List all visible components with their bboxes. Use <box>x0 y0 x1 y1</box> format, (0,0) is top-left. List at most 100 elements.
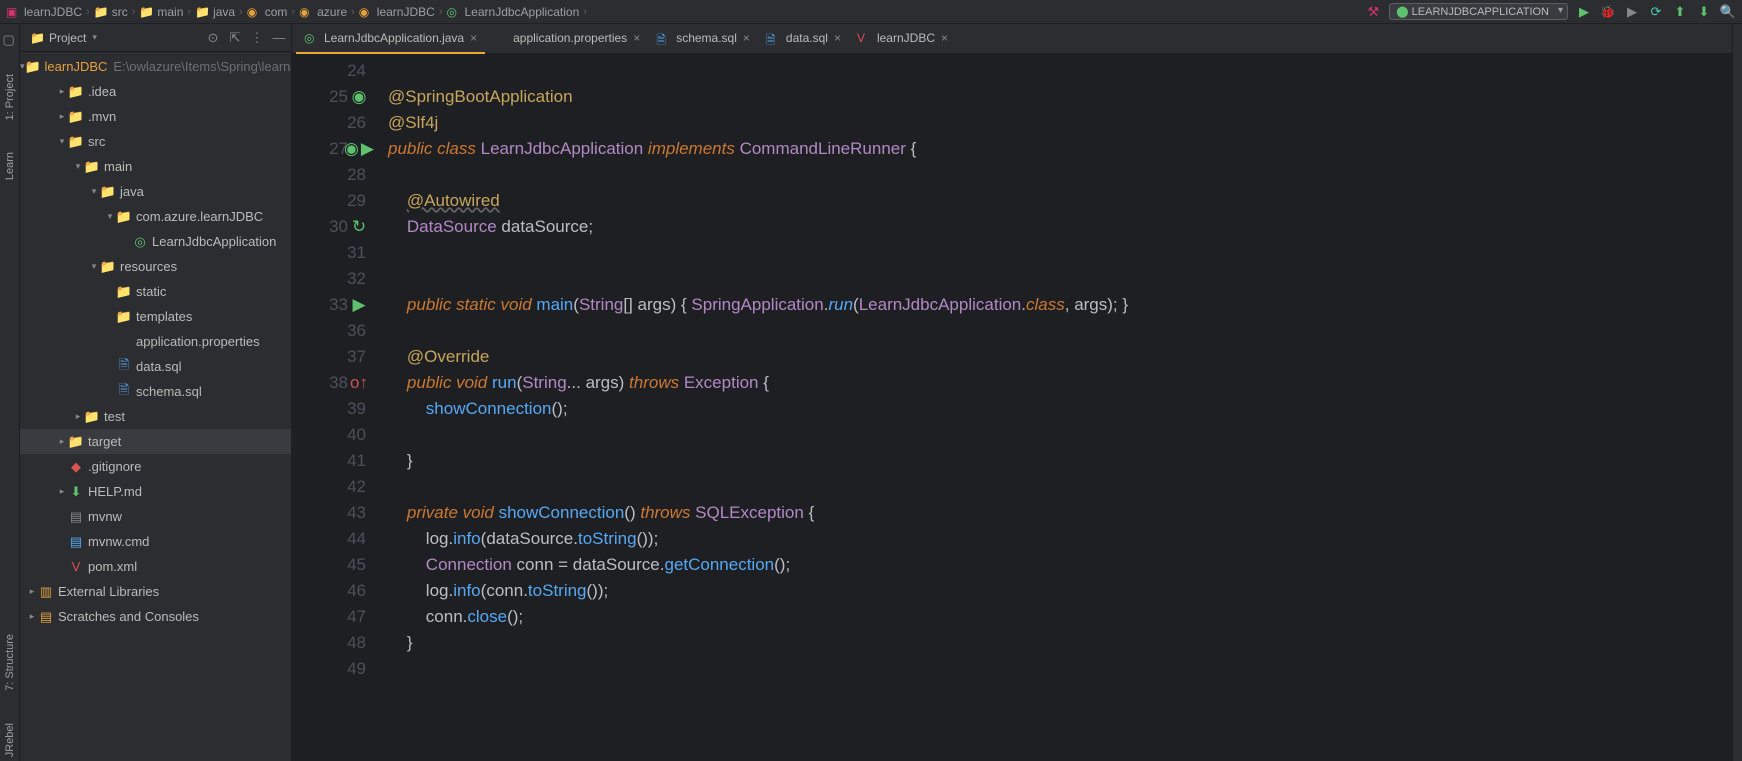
code-line[interactable] <box>388 656 1732 682</box>
code-line[interactable]: @Slf4j <box>388 110 1732 136</box>
tree-node[interactable]: ▸▤mvnw <box>20 504 291 529</box>
code-editor[interactable]: 2425◉2627◉▶282930↻313233▶363738o↑3940414… <box>292 54 1732 761</box>
profile-icon[interactable]: ⟳ <box>1648 4 1664 20</box>
line-number[interactable]: 39 <box>292 396 366 422</box>
tree-node[interactable]: ▸📁target <box>20 429 291 454</box>
chevron-right-icon[interactable]: ▸ <box>56 86 68 97</box>
breadcrumb-crumb[interactable]: ◉azure <box>299 5 347 19</box>
chevron-down-icon[interactable]: ▾ <box>88 186 100 197</box>
close-icon[interactable]: × <box>743 31 750 45</box>
override-gutter-icon[interactable]: o↑ <box>352 376 366 390</box>
line-number[interactable]: 48 <box>292 630 366 656</box>
line-number[interactable]: 33▶ <box>292 292 366 318</box>
collapse-icon[interactable]: ⇱ <box>227 30 243 46</box>
line-number[interactable]: 42 <box>292 474 366 500</box>
run-config-select[interactable]: ⬤ LEARNJDBCAPPLICATION <box>1389 3 1568 20</box>
tree-node[interactable]: ▸◆.gitignore <box>20 454 291 479</box>
tree-node[interactable]: ▾📁main <box>20 154 291 179</box>
tree-node[interactable]: ▾📁src <box>20 129 291 154</box>
tree-node-root[interactable]: ▾📁learnJDBCE:\owlazure\Items\Spring\lear… <box>20 54 291 79</box>
chevron-right-icon[interactable]: ▸ <box>56 486 68 497</box>
code-line[interactable] <box>388 58 1732 84</box>
tree-node[interactable]: ▸◎LearnJdbcApplication <box>20 229 291 254</box>
tree-node[interactable]: ▸📁.mvn <box>20 104 291 129</box>
breadcrumb-crumb[interactable]: 📁main <box>139 5 183 19</box>
close-icon[interactable]: × <box>941 31 948 45</box>
chevron-right-icon[interactable]: ▸ <box>56 111 68 122</box>
code-line[interactable]: Connection conn = dataSource.getConnecti… <box>388 552 1732 578</box>
settings-gear-icon[interactable]: ⋮ <box>249 30 265 46</box>
line-number[interactable]: 44 <box>292 526 366 552</box>
code-line[interactable]: } <box>388 630 1732 656</box>
breadcrumb-crumb[interactable]: ◉com <box>247 5 288 19</box>
tree-node[interactable]: ▸📁.idea <box>20 79 291 104</box>
line-number[interactable]: 32 <box>292 266 366 292</box>
chevron-right-icon[interactable]: ▸ <box>56 436 68 447</box>
editor-tab[interactable]: application.properties× <box>485 24 648 54</box>
git-pull-icon[interactable]: ⬇ <box>1696 4 1712 20</box>
line-number[interactable]: 24 <box>292 58 366 84</box>
tree-node[interactable]: ▸⬇HELP.md <box>20 479 291 504</box>
tree-node[interactable]: ▸📁templates <box>20 304 291 329</box>
breadcrumb-crumb[interactable]: ◉learnJDBC <box>359 5 435 19</box>
line-number[interactable]: 43 <box>292 500 366 526</box>
tree-node[interactable]: ▸📁static <box>20 279 291 304</box>
code-line[interactable]: public void run(String... args) throws E… <box>388 370 1732 396</box>
left-tab-jrebel[interactable]: JRebel <box>4 719 16 761</box>
code-line[interactable] <box>388 266 1732 292</box>
search-icon[interactable]: 🔍 <box>1720 4 1736 20</box>
tree-node[interactable]: ▸📁test <box>20 404 291 429</box>
run-class-gutter-icon[interactable]: ◉▶ <box>352 142 366 156</box>
tree-node[interactable]: ▸🗎data.sql <box>20 354 291 379</box>
breadcrumb-crumb[interactable]: ▣learnJDBC <box>6 5 82 19</box>
code-line[interactable]: @Override <box>388 344 1732 370</box>
hide-icon[interactable]: — <box>271 30 287 46</box>
close-icon[interactable]: × <box>834 31 841 45</box>
code-content[interactable]: @SpringBootApplication@Slf4jpublic class… <box>372 54 1732 761</box>
code-line[interactable]: } <box>388 448 1732 474</box>
tree-node[interactable]: ▸🗎schema.sql <box>20 379 291 404</box>
line-number[interactable]: 30↻ <box>292 214 366 240</box>
left-tab-structure[interactable]: 7: Structure <box>4 630 16 695</box>
editor-tab[interactable]: 🗎data.sql× <box>758 24 849 54</box>
code-line[interactable]: DataSource dataSource; <box>388 214 1732 240</box>
locate-icon[interactable]: ⊙ <box>205 30 221 46</box>
breadcrumb-crumb[interactable]: 📁java <box>195 5 235 19</box>
spring-gutter-icon[interactable]: ◉ <box>352 90 366 104</box>
tree-node[interactable]: ▸Vpom.xml <box>20 554 291 579</box>
code-line[interactable]: conn.close(); <box>388 604 1732 630</box>
line-number[interactable]: 38o↑ <box>292 370 366 396</box>
code-line[interactable]: private void showConnection() throws SQL… <box>388 500 1732 526</box>
tree-node[interactable]: ▸▤mvnw.cmd <box>20 529 291 554</box>
bean-gutter-icon[interactable]: ↻ <box>352 220 366 234</box>
run-icon[interactable]: ▶ <box>1576 4 1592 20</box>
code-line[interactable]: @SpringBootApplication <box>388 84 1732 110</box>
code-line[interactable]: log.info(dataSource.toString()); <box>388 526 1732 552</box>
code-line[interactable]: showConnection(); <box>388 396 1732 422</box>
chevron-down-icon[interactable]: ▾ <box>72 161 84 172</box>
editor-tab[interactable]: VlearnJDBC× <box>849 24 956 54</box>
tree-node[interactable]: ▸application.properties <box>20 329 291 354</box>
close-icon[interactable]: × <box>470 31 477 45</box>
editor-tab[interactable]: ◎LearnJdbcApplication.java× <box>296 24 485 54</box>
sidebar-view-select[interactable]: 📁 Project <box>24 29 103 47</box>
line-number[interactable]: 27◉▶ <box>292 136 366 162</box>
chevron-down-icon[interactable]: ▾ <box>88 261 100 272</box>
chevron-down-icon[interactable]: ▾ <box>56 136 68 147</box>
line-number[interactable]: 41 <box>292 448 366 474</box>
build-hammer-icon[interactable]: ⚒ <box>1365 4 1381 20</box>
code-line[interactable]: public class LearnJdbcApplication implem… <box>388 136 1732 162</box>
tree-node[interactable]: ▾📁com.azure.learnJDBC <box>20 204 291 229</box>
code-line[interactable] <box>388 318 1732 344</box>
close-icon[interactable]: × <box>633 31 640 45</box>
line-number[interactable]: 45 <box>292 552 366 578</box>
code-line[interactable] <box>388 240 1732 266</box>
code-line[interactable]: log.info(conn.toString()); <box>388 578 1732 604</box>
line-number[interactable]: 25◉ <box>292 84 366 110</box>
chevron-right-icon[interactable]: ▸ <box>72 411 84 422</box>
tree-node[interactable]: ▸▥External Libraries <box>20 579 291 604</box>
editor-tab[interactable]: 🗎schema.sql× <box>648 24 758 54</box>
line-number[interactable]: 37 <box>292 344 366 370</box>
line-number[interactable]: 28 <box>292 162 366 188</box>
line-number[interactable]: 31 <box>292 240 366 266</box>
